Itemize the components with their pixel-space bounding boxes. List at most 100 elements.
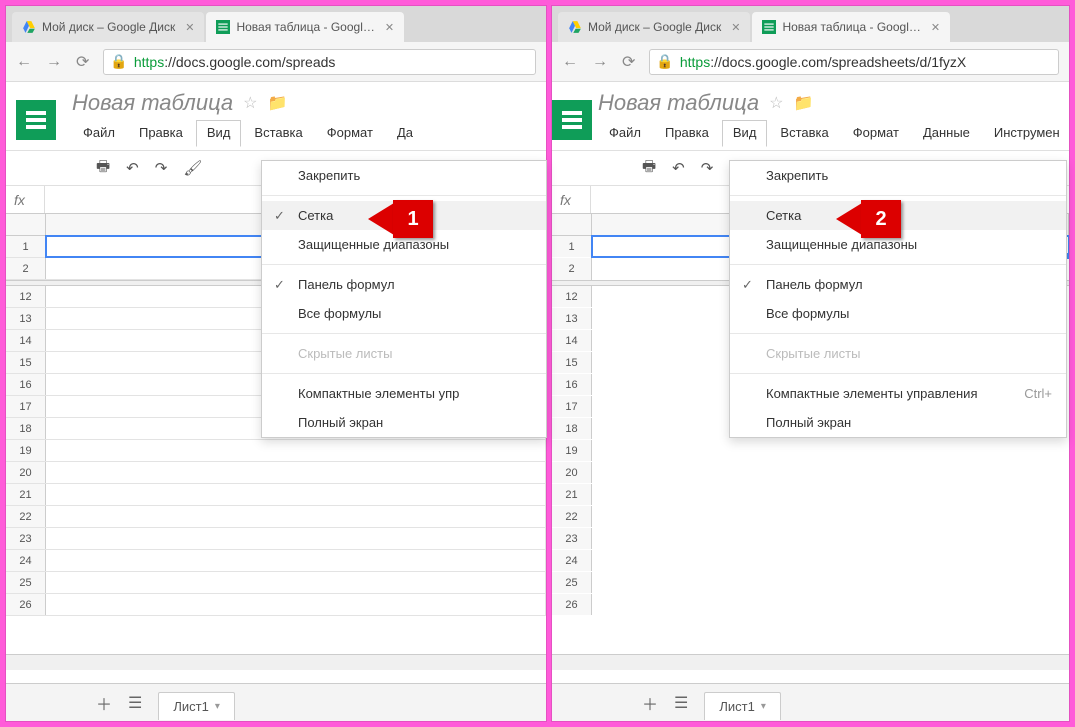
view-compact-controls[interactable]: Компактные элементы управленияCtrl+ <box>730 379 1066 408</box>
row-header[interactable]: 25 <box>552 572 592 593</box>
paint-format-icon[interactable]: 🖌 <box>183 159 202 177</box>
browser-tab-sheets[interactable]: Новая таблица - Googl… ✕ <box>752 12 950 42</box>
back-icon[interactable]: ← <box>16 53 32 71</box>
row-header[interactable]: 19 <box>6 440 46 461</box>
redo-icon[interactable]: ↷ <box>701 159 714 177</box>
star-icon[interactable]: ☆ <box>769 93 783 113</box>
cell[interactable] <box>46 484 546 505</box>
doc-title[interactable]: Новая таблица <box>72 90 233 116</box>
row-header[interactable]: 20 <box>6 462 46 483</box>
cell[interactable] <box>592 484 1069 505</box>
menu-data[interactable]: Да <box>386 120 424 147</box>
row-header[interactable]: 1 <box>6 236 46 257</box>
menu-edit[interactable]: Правка <box>128 120 194 147</box>
cell[interactable] <box>46 506 546 527</box>
menu-tools[interactable]: Инструмен <box>983 120 1069 147</box>
close-icon[interactable]: ✕ <box>931 21 940 34</box>
horizontal-scrollbar[interactable] <box>552 654 1069 670</box>
menu-edit[interactable]: Правка <box>654 120 720 147</box>
row-header[interactable]: 23 <box>552 528 592 549</box>
row-header[interactable]: 26 <box>6 594 46 615</box>
cell[interactable] <box>46 572 546 593</box>
row-header[interactable]: 17 <box>552 396 592 417</box>
undo-icon[interactable]: ↶ <box>126 159 139 177</box>
redo-icon[interactable]: ↷ <box>155 159 168 177</box>
cell[interactable] <box>46 440 546 461</box>
row-header[interactable]: 24 <box>6 550 46 571</box>
view-all-formulas[interactable]: Все формулы <box>730 299 1066 328</box>
row-header[interactable]: 23 <box>6 528 46 549</box>
row-header[interactable]: 18 <box>6 418 46 439</box>
chevron-down-icon[interactable]: ▾ <box>215 701 220 712</box>
cell[interactable] <box>46 550 546 571</box>
menu-format[interactable]: Формат <box>316 120 384 147</box>
add-sheet-icon[interactable]: ＋ <box>96 691 112 715</box>
close-icon[interactable]: ✕ <box>731 21 740 34</box>
horizontal-scrollbar[interactable] <box>6 654 546 670</box>
row-header[interactable]: 15 <box>552 352 592 373</box>
row-header[interactable]: 19 <box>552 440 592 461</box>
browser-tab-sheets[interactable]: Новая таблица - Googl… ✕ <box>206 12 404 42</box>
sheets-logo[interactable] <box>552 90 592 150</box>
sheet-tab[interactable]: Лист1 ▾ <box>158 692 235 720</box>
menu-insert[interactable]: Вставка <box>769 120 839 147</box>
row-header[interactable]: 21 <box>552 484 592 505</box>
print-icon[interactable]: 🖶 <box>642 156 656 181</box>
cell[interactable] <box>592 572 1069 593</box>
cell[interactable] <box>592 462 1069 483</box>
row-header[interactable]: 21 <box>6 484 46 505</box>
address-bar[interactable]: 🔒 https ://docs.google.com/spreadsheets/… <box>649 49 1059 75</box>
forward-icon[interactable]: → <box>592 53 608 71</box>
view-fullscreen[interactable]: Полный экран <box>262 408 546 437</box>
star-icon[interactable]: ☆ <box>243 93 257 113</box>
reload-icon[interactable]: ⟳ <box>76 52 89 72</box>
view-formula-bar[interactable]: ✓Панель формул <box>730 270 1066 299</box>
select-all-corner[interactable] <box>6 214 46 235</box>
cell[interactable] <box>592 550 1069 571</box>
row-header[interactable]: 16 <box>552 374 592 395</box>
view-freeze[interactable]: Закрепить <box>262 161 546 190</box>
cell[interactable] <box>592 528 1069 549</box>
row-header[interactable]: 25 <box>6 572 46 593</box>
view-freeze[interactable]: Закрепить <box>730 161 1066 190</box>
row-header[interactable]: 12 <box>6 286 46 307</box>
add-sheet-icon[interactable]: ＋ <box>642 691 658 715</box>
cell[interactable] <box>46 462 546 483</box>
menu-insert[interactable]: Вставка <box>243 120 313 147</box>
row-header[interactable]: 16 <box>6 374 46 395</box>
menu-view[interactable]: Вид <box>196 120 242 147</box>
all-sheets-icon[interactable]: ☰ <box>674 693 688 713</box>
row-header[interactable]: 18 <box>552 418 592 439</box>
sheet-tab[interactable]: Лист1 ▾ <box>704 692 781 720</box>
folder-icon[interactable]: 📁 <box>267 93 287 113</box>
row-header[interactable]: 22 <box>6 506 46 527</box>
cell[interactable] <box>46 594 546 615</box>
row-header[interactable]: 14 <box>6 330 46 351</box>
row-header[interactable]: 14 <box>552 330 592 351</box>
chevron-down-icon[interactable]: ▾ <box>761 701 766 712</box>
menu-file[interactable]: Файл <box>598 120 652 147</box>
row-header[interactable]: 17 <box>6 396 46 417</box>
view-all-formulas[interactable]: Все формулы <box>262 299 546 328</box>
back-icon[interactable]: ← <box>562 53 578 71</box>
row-header[interactable]: 20 <box>552 462 592 483</box>
menu-view[interactable]: Вид <box>722 120 768 147</box>
select-all-corner[interactable] <box>552 214 592 235</box>
row-header[interactable]: 2 <box>6 258 46 279</box>
cell[interactable] <box>46 528 546 549</box>
view-compact-controls[interactable]: Компактные элементы упр <box>262 379 546 408</box>
cell[interactable] <box>592 506 1069 527</box>
row-header[interactable]: 22 <box>552 506 592 527</box>
row-header[interactable]: 12 <box>552 286 592 307</box>
view-fullscreen[interactable]: Полный экран <box>730 408 1066 437</box>
row-header[interactable]: 2 <box>552 258 592 280</box>
row-header[interactable]: 24 <box>552 550 592 571</box>
menu-format[interactable]: Формат <box>842 120 910 147</box>
folder-icon[interactable]: 📁 <box>793 93 813 113</box>
forward-icon[interactable]: → <box>46 53 62 71</box>
all-sheets-icon[interactable]: ☰ <box>128 693 142 713</box>
row-header[interactable]: 13 <box>6 308 46 329</box>
row-header[interactable]: 26 <box>552 594 592 615</box>
row-header[interactable]: 15 <box>6 352 46 373</box>
menu-file[interactable]: Файл <box>72 120 126 147</box>
